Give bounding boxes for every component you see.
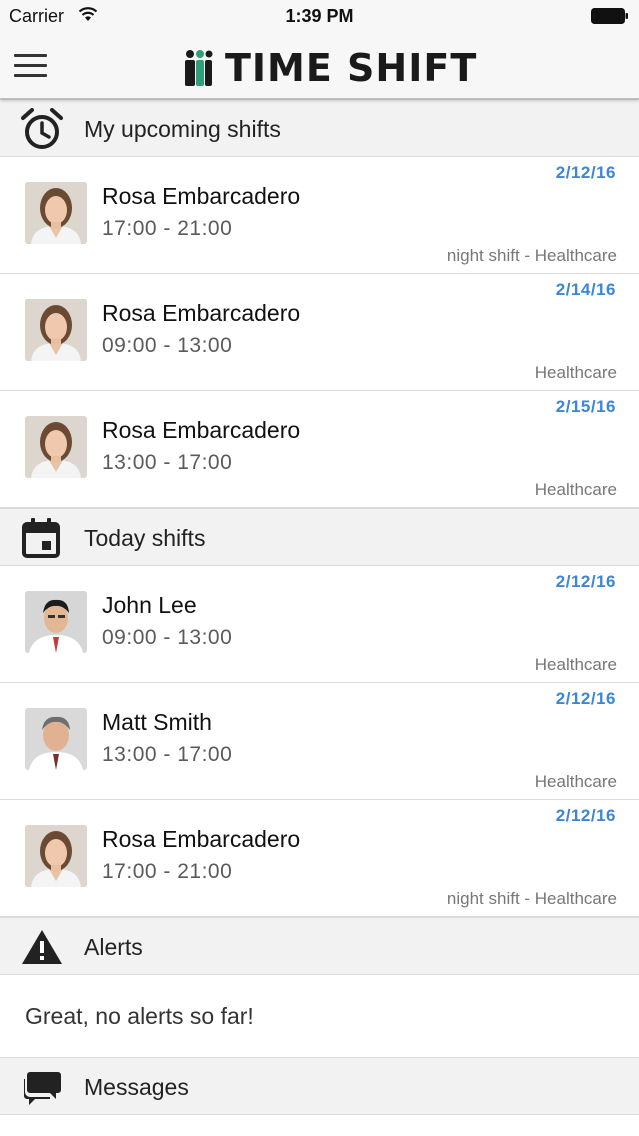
alerts-empty-text: Great, no alerts so far! [25, 1003, 254, 1029]
shift-name: Rosa Embarcadero [102, 183, 301, 209]
shift-time-range: 09:00 - 13:00 [102, 626, 233, 649]
dashboard-content: My upcoming shifts Rosa Embarcadero 17:00… [0, 99, 639, 1115]
shift-date: 2/12/16 [555, 163, 616, 182]
app-title: TIME SHIFT [225, 46, 478, 90]
upcoming-shifts-list: Rosa Embarcadero 17:00 - 21:00 2/12/16 nigh… [0, 157, 639, 508]
status-bar: Carrier 1:39 PM [0, 0, 639, 36]
avatar [25, 416, 87, 478]
shift-row[interactable]: Matt Smith 13:00 - 17:00 2/12/16 Healthcare [0, 683, 639, 800]
section-title: Alerts [84, 934, 143, 960]
section-title: Today shifts [84, 525, 206, 551]
shift-time-range: 13:00 - 17:00 [102, 743, 233, 766]
today-shifts-list: John Lee 09:00 - 13:00 2/12/16 Healthcare Ma… [0, 566, 639, 917]
shift-category: Healthcare [534, 655, 617, 674]
avatar [25, 182, 87, 244]
warning-icon [20, 926, 64, 968]
shift-category: Healthcare [534, 480, 617, 499]
shift-category: night shift - Healthcare [446, 246, 617, 265]
alerts-empty-state: Great, no alerts so far! [0, 975, 639, 1057]
clock-time: 1:39 PM [285, 6, 354, 26]
people-logo-icon [181, 49, 215, 87]
shift-row[interactable]: Rosa Embarcadero 17:00 - 21:00 2/12/16 nigh… [0, 800, 639, 917]
shift-category: Healthcare [534, 363, 617, 382]
battery-icon [591, 8, 629, 24]
shift-name: Rosa Embarcadero [102, 417, 301, 443]
shift-date: 2/12/16 [555, 572, 616, 591]
avatar [25, 825, 87, 887]
shift-time-range: 17:00 - 21:00 [102, 860, 233, 883]
menu-button[interactable] [14, 52, 48, 80]
shift-time-range: 09:00 - 13:00 [102, 334, 233, 357]
shift-date: 2/14/16 [555, 280, 616, 299]
app-brand: TIME SHIFT [181, 46, 478, 90]
calendar-icon [20, 517, 64, 559]
shift-date: 2/15/16 [555, 397, 616, 416]
avatar [25, 591, 87, 653]
shift-name: Rosa Embarcadero [102, 300, 301, 326]
shift-date: 2/12/16 [555, 689, 616, 708]
alarm-clock-icon [20, 108, 64, 150]
shift-time-range: 17:00 - 21:00 [102, 217, 233, 240]
shift-row[interactable]: John Lee 09:00 - 13:00 2/12/16 Healthcare [0, 566, 639, 683]
shift-time-range: 13:00 - 17:00 [102, 451, 233, 474]
section-header-messages: Messages [0, 1057, 639, 1115]
avatar [25, 708, 87, 770]
shift-name: Rosa Embarcadero [102, 826, 301, 852]
shift-name: Matt Smith [102, 709, 212, 735]
section-header-alerts: Alerts [0, 917, 639, 975]
shift-name: John Lee [102, 592, 197, 618]
shift-category: Healthcare [534, 772, 617, 791]
top-nav-bar: TIME SHIFT [0, 36, 639, 99]
section-title: Messages [84, 1074, 189, 1100]
section-header-today: Today shifts [0, 508, 639, 566]
chat-bubbles-icon [20, 1066, 64, 1108]
shift-row[interactable]: Rosa Embarcadero 13:00 - 17:00 2/15/16 Heal… [0, 391, 639, 508]
shift-date: 2/12/16 [555, 806, 616, 825]
shift-row[interactable]: Rosa Embarcadero 17:00 - 21:00 2/12/16 nigh… [0, 157, 639, 274]
shift-category: night shift - Healthcare [446, 889, 617, 908]
section-title: My upcoming shifts [84, 116, 281, 142]
shift-row[interactable]: Rosa Embarcadero 09:00 - 13:00 2/14/16 Heal… [0, 274, 639, 391]
section-header-upcoming: My upcoming shifts [0, 99, 639, 157]
avatar [25, 299, 87, 361]
